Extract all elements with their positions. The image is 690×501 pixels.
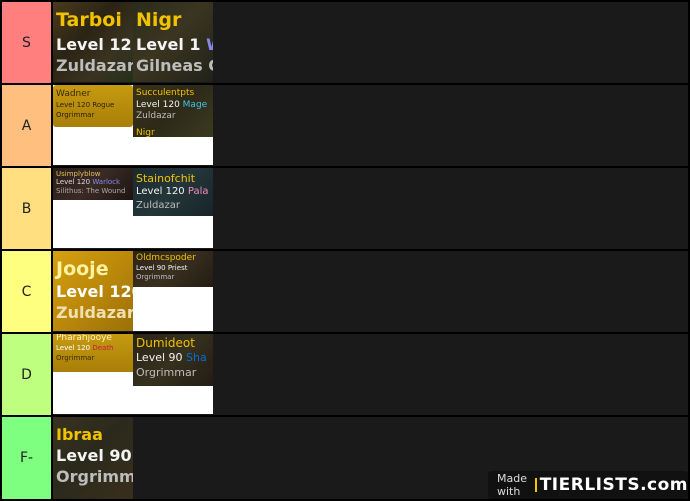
card-jooje[interactable]: Jooje Level 120 Zuldazar [53,251,133,331]
tier-row-b: B Usimplyblow Level 120 Warlock Silithus… [0,168,690,249]
card-usimplyblow[interactable]: Usimplyblow Level 120 Warlock Silithus: … [53,168,133,248]
tier-label-c[interactable]: C [2,251,51,332]
tierlists-brand: TIERLISTS.com [539,475,688,495]
tierlists-logo-icon [535,478,537,492]
tier-label-a[interactable]: A [2,85,51,166]
character-level: Level 120 [56,282,133,301]
tier-label-f-minus[interactable]: F- [2,417,51,499]
card-succulentpts[interactable]: Succulentpts Level 120 Mage Zuldazar Nig… [133,85,213,165]
tier-label-d[interactable]: D [2,334,51,415]
tierlists-watermark[interactable]: Made with TIERLISTS.com [488,471,688,499]
character-level: Level 120 Mage [136,100,208,110]
character-zone: Orgrimmar [136,366,197,379]
tier-row-d: D Pharahjooye Level 120 Death Orgrimmar … [0,334,690,415]
character-name: Dumideot [136,336,195,350]
card-pharahjooye[interactable]: Pharahjooye Level 120 Death Orgrimmar [53,334,133,414]
tier-items-b[interactable]: Usimplyblow Level 120 Warlock Silithus: … [53,168,688,249]
character-name: Jooje [56,258,109,280]
character-level: Level 90 Priest [136,264,188,272]
card-oldmcspoder[interactable]: Oldmcspoder Level 90 Priest Orgrimmar [133,251,213,331]
card-stainofchit[interactable]: Stainofchit Level 120 Pala Zuldazar [133,168,213,248]
character-name: Succulentpts [136,88,195,98]
character-name: Stainofchit [136,172,196,185]
character-zone: Silithus: The Wound [56,187,126,195]
tier-row-c: C Jooje Level 120 Zuldazar Oldmcspoder L… [0,251,690,332]
card-tarboi[interactable]: Tarboi Level 12 Zuldazar [53,2,133,82]
character-zone: Orgrimmar [56,467,133,486]
character-name: Wadner [56,89,91,99]
character-name: Usimplyblow [56,170,101,178]
character-level: Level 120 Pala [136,186,209,197]
character-name: Tarboi [56,9,122,31]
character-zone: Orgrimmar [56,354,95,362]
character-level: Level 90 Sha [136,351,207,364]
card-ibraa[interactable]: Ibraa Level 90 Orgrimmar [53,417,133,499]
character-level: Level 90 [56,446,132,465]
tier-row-a: A Wadner Level 120 Rogue Orgrimmar Succu… [0,85,690,166]
character-zone: Zuldazar [56,56,133,75]
tier-items-d[interactable]: Pharahjooye Level 120 Death Orgrimmar Du… [53,334,688,415]
character-name: Oldmcspoder [136,253,196,263]
tier-items-a[interactable]: Wadner Level 120 Rogue Orgrimmar Succule… [53,85,688,166]
tier-label-s[interactable]: S [2,2,51,83]
character-level: Level 1 W [136,35,213,54]
character-level: Level 12 [56,35,132,54]
tier-row-s: S Tarboi Level 12 Zuldazar Nigr Level 1 … [0,2,690,83]
tier-list-board: S Tarboi Level 12 Zuldazar Nigr Level 1 … [0,0,690,501]
character-zone: Orgrimmar [136,273,175,281]
character-zone: Zuldazar [136,111,176,121]
made-with-text: Made with [497,472,527,498]
card-wadner[interactable]: Wadner Level 120 Rogue Orgrimmar [53,85,133,165]
character-name-secondary: Nigr [136,128,155,138]
tier-label-b[interactable]: B [2,168,51,249]
card-dumideot[interactable]: Dumideot Level 90 Sha Orgrimmar [133,334,213,414]
character-zone: Orgrimmar [56,111,95,119]
tier-items-s[interactable]: Tarboi Level 12 Zuldazar Nigr Level 1 W … [53,2,688,83]
character-zone: Zuldazar [136,200,180,211]
character-level: Level 120 Warlock [56,178,121,186]
character-zone: Gilneas C [136,56,213,75]
character-zone: Zuldazar [56,303,133,322]
card-nigr[interactable]: Nigr Level 1 W Gilneas C [133,2,213,82]
character-level: Level 120 Rogue [56,101,115,109]
character-name: Nigr [136,9,182,31]
character-level: Level 120 Death [56,344,114,352]
tier-items-c[interactable]: Jooje Level 120 Zuldazar Oldmcspoder Lev… [53,251,688,332]
character-name: Pharahjooye [56,334,112,343]
character-name: Ibraa [56,425,103,444]
